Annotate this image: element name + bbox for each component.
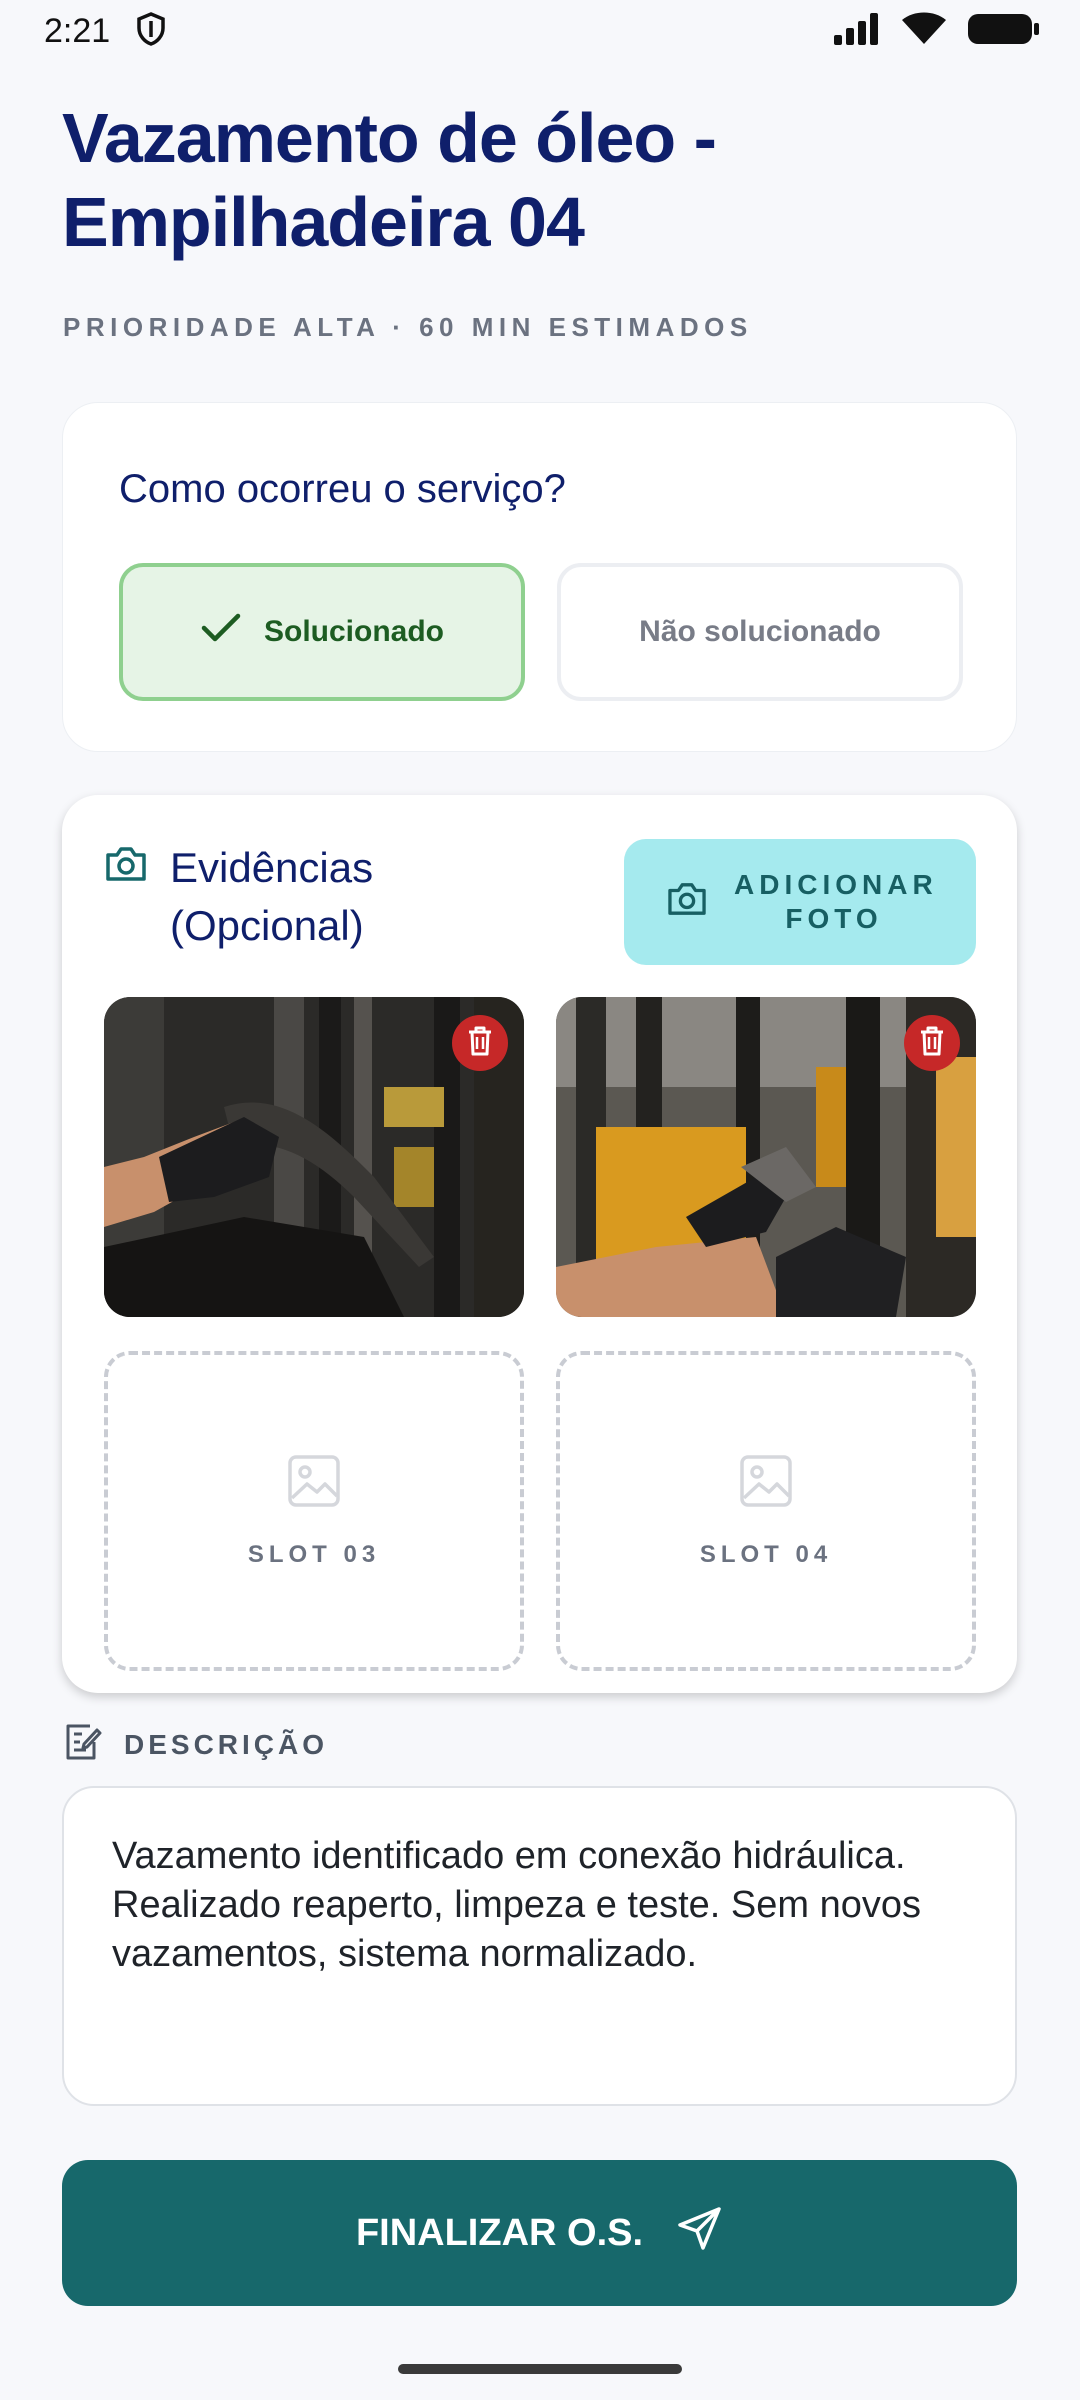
slot-3-label: SLOT 03	[247, 1540, 381, 1568]
home-indicator[interactable]	[398, 2364, 682, 2374]
image-placeholder-icon	[739, 1454, 793, 1513]
description-header: DESCRIÇÃO	[62, 1722, 328, 1767]
finish-order-label: FINALIZAR O.S.	[355, 2211, 644, 2254]
evidence-card: Evidências (Opcional) ADICIONAR FOTO SLO…	[62, 795, 1017, 1693]
shield-icon	[136, 11, 166, 51]
add-photo-button[interactable]: ADICIONAR FOTO	[624, 839, 976, 965]
photo-slot-3[interactable]: SLOT 03	[104, 1351, 524, 1671]
add-photo-label: ADICIONAR FOTO	[734, 869, 938, 934]
slot-4-label: SLOT 04	[699, 1540, 833, 1568]
evidence-photo-1[interactable]	[104, 997, 524, 1317]
option-solucionado-label: Solucionado	[264, 615, 444, 648]
evidence-photo-2[interactable]	[556, 997, 976, 1317]
page-subtitle: PRIORIDADE ALTA · 60 MIN ESTIMADOS	[63, 312, 753, 342]
option-nao-solucionado[interactable]: Não solucionado	[557, 563, 963, 701]
evidence-title: Evidências (Opcional)	[170, 844, 374, 949]
service-question: Como ocorreu o serviço?	[119, 467, 566, 511]
wifi-icon	[902, 12, 946, 51]
service-outcome-card: Como ocorreu o serviço? Solucionado Não …	[62, 402, 1017, 752]
status-bar: 2:21	[0, 0, 1080, 62]
delete-photo-2-button[interactable]	[904, 1015, 960, 1071]
page-title: Vazamento de óleo - Empilhadeira 04	[62, 99, 717, 261]
option-solucionado[interactable]: Solucionado	[119, 563, 525, 701]
evidence-header: Evidências (Opcional)	[104, 839, 430, 955]
camera-icon	[104, 845, 148, 888]
description-textarea[interactable]: Vazamento identificado em conexão hidráu…	[62, 1786, 1017, 2106]
option-nao-solucionado-label: Não solucionado	[639, 615, 881, 648]
battery-icon	[968, 12, 1040, 51]
check-icon	[200, 611, 242, 653]
description-label: DESCRIÇÃO	[124, 1728, 329, 1760]
image-placeholder-icon	[287, 1454, 341, 1513]
finish-order-button[interactable]: FINALIZAR O.S.	[62, 2160, 1017, 2306]
camera-icon	[666, 881, 708, 924]
status-time: 2:21	[44, 11, 111, 50]
photo-slot-4[interactable]: SLOT 04	[556, 1351, 976, 1671]
edit-note-icon	[62, 1722, 102, 1767]
signal-icon	[834, 12, 880, 50]
trash-icon	[919, 1026, 945, 1061]
trash-icon	[467, 1026, 493, 1061]
send-icon	[677, 2205, 723, 2261]
delete-photo-1-button[interactable]	[452, 1015, 508, 1071]
